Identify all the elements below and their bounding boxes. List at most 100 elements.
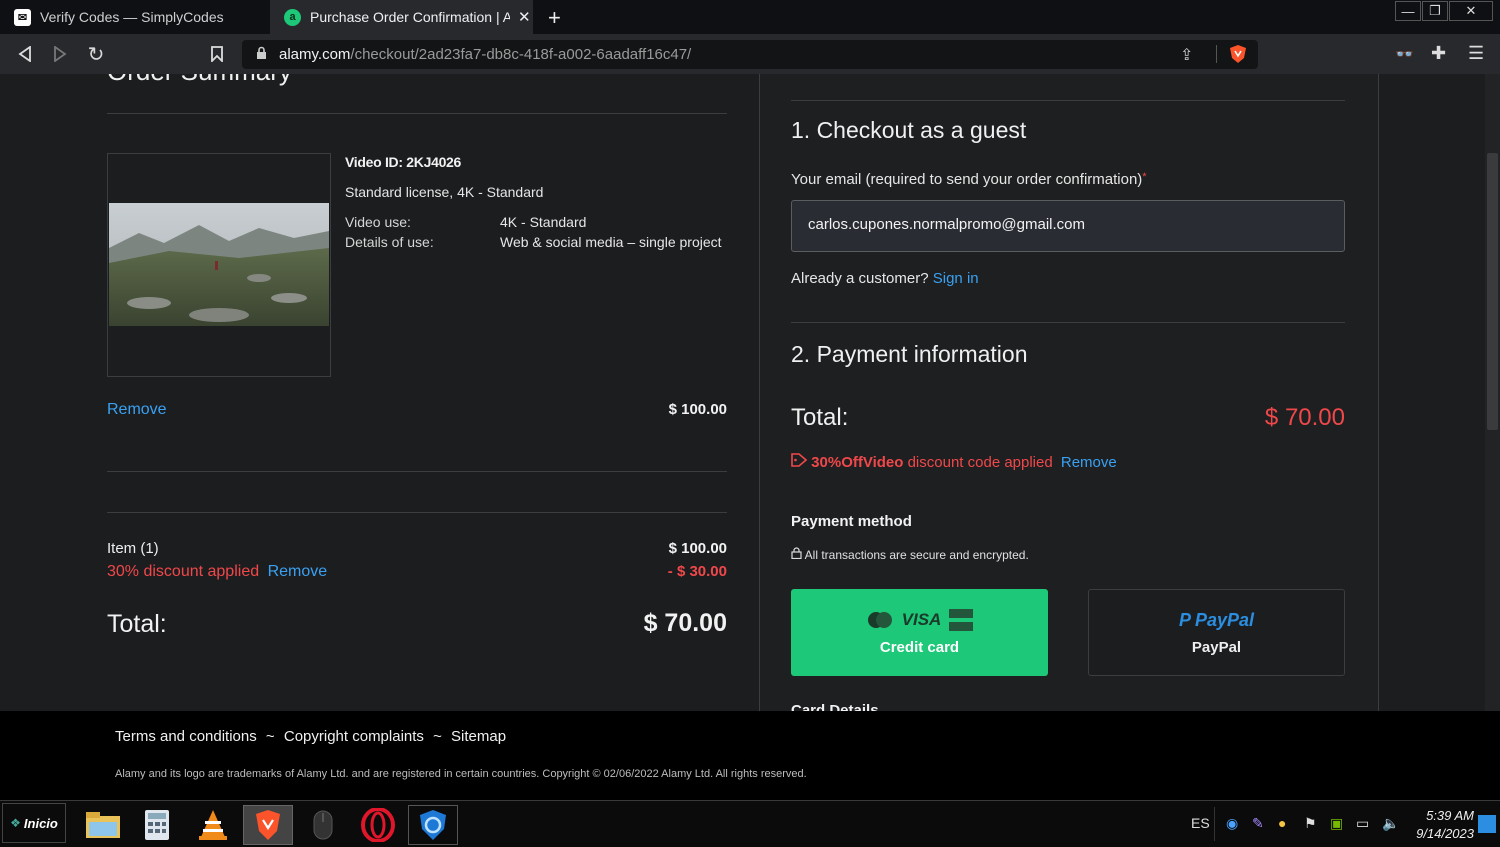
sign-in-link[interactable]: Sign in	[933, 270, 979, 287]
remove-code-link[interactable]: Remove	[1061, 454, 1117, 471]
vlc-icon[interactable]	[188, 805, 238, 845]
paypal-button[interactable]: P PayPal PayPal	[1088, 589, 1345, 676]
step1-title: 1. Checkout as a guest	[791, 117, 1027, 143]
volume-icon[interactable]: 🔈	[1382, 815, 1399, 832]
order-summary-heading: Order Summary	[107, 74, 292, 87]
discount-code-name: 30%OffVideo	[811, 454, 904, 471]
discount-code-row: 30%OffVideo discount code applied Remove	[791, 453, 1117, 471]
new-tab-button[interactable]: +	[548, 5, 561, 31]
nvidia-tray-icon[interactable]: ▣	[1330, 815, 1343, 832]
amex-icon	[949, 609, 974, 631]
url-domain: alamy.com	[279, 46, 351, 63]
email-label-text: Your email (required to send your order …	[791, 171, 1143, 188]
secure-text: All transactions are secure and encrypte…	[804, 548, 1029, 562]
brave-taskbar-icon[interactable]	[243, 805, 293, 845]
back-icon[interactable]	[13, 42, 37, 66]
license-text: Standard license, 4K - Standard	[345, 184, 544, 200]
email-field[interactable]: carlos.cupones.normalpromo@gmail.com	[791, 200, 1345, 252]
calculator-icon[interactable]	[132, 805, 182, 845]
vpn-shield-icon[interactable]	[408, 805, 458, 845]
card-details-label: Card Details	[791, 702, 879, 711]
padlock-icon	[791, 547, 802, 562]
close-window-icon[interactable]: ✕	[1449, 1, 1493, 21]
discount-row: 30% discount applied Remove	[107, 563, 327, 581]
terms-link[interactable]: Terms and conditions	[115, 728, 257, 745]
clock-time: 5:39 AM	[1426, 808, 1474, 823]
plus-icon: +	[548, 5, 561, 30]
address-bar[interactable]: alamy.com/checkout/2ad23fa7-db8c-418f-a0…	[242, 40, 1258, 69]
divider	[791, 100, 1345, 101]
mastercard-icon	[867, 612, 892, 628]
extensions-icon[interactable]: ✚	[1431, 43, 1446, 64]
opera-icon[interactable]	[353, 805, 403, 845]
payment-method-label: Payment method	[791, 513, 912, 530]
browser-tab-bar: ✉ Verify Codes — SimplyCodes a Purchase …	[0, 0, 1500, 34]
site-footer: Terms and conditions ~ Copyright complai…	[0, 711, 1500, 800]
forward-icon[interactable]	[48, 42, 72, 66]
divider	[107, 471, 727, 472]
video-thumbnail-image	[109, 203, 329, 326]
restore-icon[interactable]: ❐	[1422, 1, 1448, 21]
divider	[791, 322, 1345, 323]
step2-title: 2. Payment information	[791, 341, 1028, 367]
details-of-use-label: Details of use:	[345, 234, 434, 250]
tab-title: Purchase Order Confirmation | Ala	[310, 9, 510, 25]
footer-separator: ~	[265, 728, 275, 745]
discount-value: - $ 30.00	[667, 563, 727, 580]
tag-icon	[791, 453, 808, 471]
required-mark: *	[1142, 171, 1147, 183]
clock[interactable]: 5:39 AM 9/14/2023	[1412, 807, 1474, 843]
chrome-tray-icon[interactable]: ●	[1278, 815, 1286, 831]
language-indicator[interactable]: ES	[1191, 815, 1210, 831]
details-of-use-value: Web & social media – single project	[500, 234, 722, 250]
start-button[interactable]: ❖ Inicio	[2, 803, 66, 843]
payment-total-value: $ 70.00	[1264, 404, 1345, 431]
discount-label: 30% discount applied	[107, 563, 260, 580]
item-subtotal: $ 100.00	[668, 540, 727, 557]
video-id: Video ID: 2KJ4026	[345, 154, 462, 170]
pen-tray-icon[interactable]: ✎	[1252, 815, 1264, 832]
remove-item-link[interactable]: Remove	[107, 401, 167, 419]
windows-logo-icon: ❖	[10, 816, 21, 830]
url-text[interactable]: alamy.com/checkout/2ad23fa7-db8c-418f-a0…	[279, 46, 691, 63]
security-tray-icon[interactable]: ◉	[1226, 815, 1238, 832]
start-label: Inicio	[23, 815, 58, 831]
discount-code-text: discount code applied	[907, 454, 1053, 471]
reader-icon[interactable]: 👓	[1395, 45, 1414, 63]
tab-alamy[interactable]: a Purchase Order Confirmation | Ala ✕	[270, 0, 533, 34]
bookmark-icon[interactable]	[205, 42, 229, 66]
remove-discount-link[interactable]: Remove	[268, 563, 328, 580]
alamy-favicon-icon: a	[284, 8, 301, 26]
paypal-label: PayPal	[1191, 638, 1242, 656]
scrollbar-thumb[interactable]	[1487, 153, 1498, 430]
item-price: $ 100.00	[668, 401, 727, 418]
file-explorer-icon[interactable]	[78, 805, 128, 845]
footer-separator: ~	[433, 728, 442, 745]
reload-icon[interactable]: ↻	[84, 42, 108, 66]
visa-icon: VISA	[901, 610, 942, 629]
mouse-icon[interactable]	[298, 805, 348, 845]
credit-card-button[interactable]: VISA Credit card	[791, 589, 1048, 676]
brave-shield-icon[interactable]	[1229, 44, 1247, 69]
credit-card-label: Credit card	[879, 639, 960, 656]
already-customer-row: Already a customer? Sign in	[791, 270, 979, 287]
tab-title: Verify Codes — SimplyCodes	[40, 9, 224, 25]
copyright-text: Alamy and its logo are trademarks of Ala…	[115, 768, 807, 780]
show-desktop-icon[interactable]	[1478, 815, 1496, 833]
close-tab-icon[interactable]: ✕	[518, 8, 531, 26]
divider	[107, 512, 727, 513]
tab-simplycodes[interactable]: ✉ Verify Codes — SimplyCodes	[0, 0, 268, 34]
minimize-icon[interactable]: —	[1395, 1, 1421, 21]
email-value: carlos.cupones.normalpromo@gmail.com	[808, 216, 1086, 233]
menu-icon[interactable]: ☰	[1468, 43, 1484, 64]
lock-icon[interactable]	[256, 46, 267, 65]
order-total-value: $ 70.00	[643, 609, 727, 637]
copyright-complaints-link[interactable]: Copyright complaints	[284, 728, 424, 745]
flag-tray-icon[interactable]: ⚑	[1304, 815, 1317, 832]
video-use-value: 4K - Standard	[500, 214, 587, 230]
windows-taskbar: ❖ Inicio ES ◉ ✎ ● ⚑ ▣ ▭ 🔈 5:39 AM 9/14/2…	[0, 800, 1500, 847]
share-icon[interactable]: ⇪	[1180, 45, 1193, 65]
network-tray-icon[interactable]: ▭	[1356, 815, 1369, 832]
video-thumbnail-frame[interactable]	[107, 153, 331, 377]
sitemap-link[interactable]: Sitemap	[451, 728, 506, 745]
